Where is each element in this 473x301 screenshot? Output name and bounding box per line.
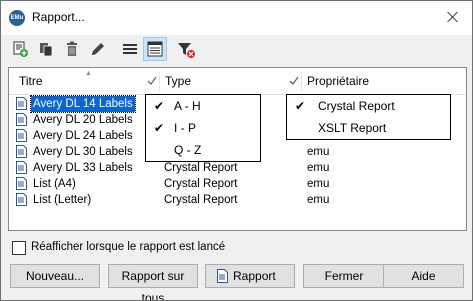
row-type: Crystal Report <box>164 178 238 190</box>
report-button-label: Rapport <box>233 269 276 283</box>
row-titre: Avery DL 24 Labels <box>33 130 133 142</box>
filter-item-label: Crystal Report <box>318 99 395 113</box>
delete-report-button[interactable] <box>61 38 83 60</box>
edit-report-button[interactable] <box>87 38 109 60</box>
row-proprietaire: emu <box>307 194 330 206</box>
report-file-icon <box>16 145 27 158</box>
close-dialog-button[interactable]: Fermer <box>303 264 385 288</box>
add-report-button[interactable] <box>9 38 31 60</box>
type-filter-popup: ✔ A - H ✔ I - P Q - Z <box>145 94 261 162</box>
table-row[interactable]: List (A4) Crystal Report emu <box>9 176 466 192</box>
row-titre: Avery DL 14 Labels <box>30 95 136 113</box>
row-proprietaire: emu <box>307 146 330 158</box>
checkmark-icon: ✔ <box>154 121 165 135</box>
column-filter-check-icon[interactable] <box>289 76 299 86</box>
report-file-icon <box>16 177 27 190</box>
row-titre: Avery DL 30 Labels <box>33 146 133 158</box>
row-proprietaire: emu <box>307 162 330 174</box>
column-header-type[interactable]: Type <box>165 68 191 94</box>
reshow-checkbox[interactable] <box>12 241 26 255</box>
report-file-icon <box>16 193 27 206</box>
filter-item-crystal-report[interactable]: ✔ Crystal Report <box>287 95 450 117</box>
window-title: Rapport... <box>32 10 85 24</box>
filter-item-label: A - H <box>174 99 201 113</box>
filter-item-label: XSLT Report <box>318 121 387 135</box>
delete-icon <box>67 41 77 56</box>
report-all-button[interactable]: Rapport sur tous <box>108 264 198 300</box>
clear-filter-icon <box>178 43 195 58</box>
filter-item-xslt-report[interactable]: XSLT Report <box>287 117 450 139</box>
report-icon <box>217 269 228 283</box>
row-type: Crystal Report <box>164 162 238 174</box>
help-button[interactable]: Aide <box>383 264 464 288</box>
column-filter-check-icon[interactable] <box>147 76 157 86</box>
sort-ascending-icon: ▲ <box>85 70 92 77</box>
filter-item-label: I - P <box>174 121 197 135</box>
list-view-icon <box>123 44 137 54</box>
clear-filter-button[interactable] <box>175 38 197 60</box>
add-report-icon <box>13 41 28 57</box>
row-titre: List (A4) <box>33 178 76 190</box>
reshow-label: Réafficher lorsque le rapport est lancé <box>31 241 226 253</box>
row-titre: List (Letter) <box>33 194 92 206</box>
owner-filter-popup: ✔ Crystal Report XSLT Report <box>286 94 451 140</box>
column-header-proprietaire[interactable]: Propriétaire <box>307 68 369 94</box>
column-header-titre[interactable]: Titre <box>19 68 43 94</box>
column-separator[interactable] <box>159 71 160 91</box>
edit-pencil-icon <box>92 43 104 55</box>
filter-item-label: Q - Z <box>174 143 202 157</box>
report-file-icon <box>16 161 27 174</box>
checkmark-icon: ✔ <box>154 99 165 113</box>
details-view-icon <box>147 41 163 57</box>
details-view-button[interactable] <box>143 37 167 61</box>
list-header <box>9 68 466 95</box>
checkmark-icon: ✔ <box>295 99 306 113</box>
row-titre: Avery DL 33 Labels <box>33 162 133 174</box>
filter-item-a-h[interactable]: ✔ A - H <box>146 95 260 117</box>
copy-report-button[interactable] <box>35 38 57 60</box>
app-logo-icon: EMu <box>9 10 25 26</box>
copy-report-icon <box>40 43 53 57</box>
list-view-button[interactable] <box>119 38 141 60</box>
title-bar: EMu Rapport... <box>1 1 472 35</box>
row-titre: Avery DL 20 Labels <box>33 114 133 126</box>
column-separator[interactable] <box>301 71 302 91</box>
report-button[interactable]: Rapport <box>205 264 295 288</box>
report-dialog: EMu Rapport... ▲ Titre Type Propriétaire… <box>0 0 473 301</box>
table-row[interactable]: Avery DL 33 Labels Crystal Report emu <box>9 160 466 176</box>
new-button[interactable]: Nouveau... <box>10 264 100 288</box>
table-row[interactable]: List (Letter) Crystal Report emu <box>9 192 466 208</box>
close-button[interactable] <box>440 6 466 28</box>
filter-item-q-z[interactable]: Q - Z <box>146 139 260 161</box>
report-file-icon <box>16 113 27 126</box>
row-type: Crystal Report <box>164 194 238 206</box>
report-file-icon <box>16 97 27 110</box>
report-file-icon <box>16 129 27 142</box>
filter-item-i-p[interactable]: ✔ I - P <box>146 117 260 139</box>
row-proprietaire: emu <box>307 178 330 190</box>
